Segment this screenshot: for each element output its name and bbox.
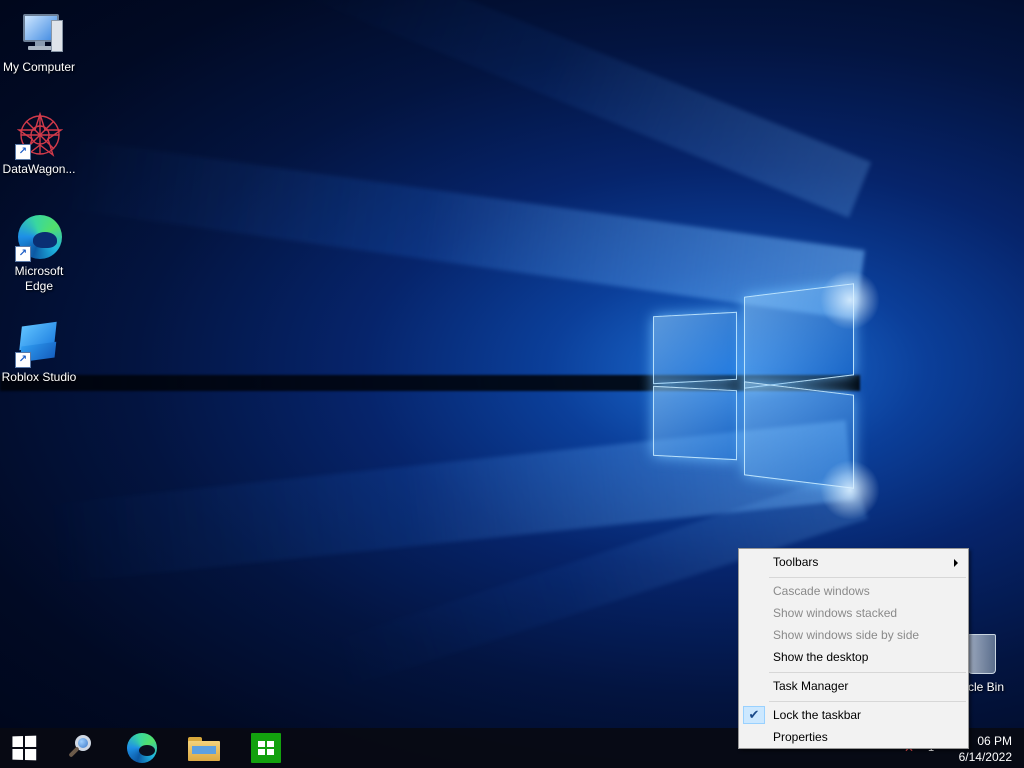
desktop-icon-microsoft-edge[interactable]: ↗ Microsoft Edge: [1, 214, 77, 294]
taskbar-edge-button[interactable]: [118, 728, 166, 768]
shortcut-arrow-icon: ↗: [15, 352, 31, 368]
menu-item-show-windows-stacked[interactable]: Show windows stacked: [741, 602, 966, 624]
edge-icon: ↗: [15, 214, 63, 262]
edge-icon: [127, 733, 157, 763]
logo-pane: [653, 311, 737, 385]
desktop-icon-datawagon[interactable]: ↗ DataWagon...: [1, 112, 77, 177]
menu-item-task-manager[interactable]: Task Manager: [741, 675, 966, 697]
wallpaper-flare: [820, 460, 880, 520]
menu-item-label: Toolbars: [773, 555, 819, 569]
shortcut-arrow-icon: ↗: [15, 246, 31, 262]
taskbar-store-button[interactable]: [242, 728, 290, 768]
start-button[interactable]: [0, 728, 48, 768]
wallpaper-flare: [820, 270, 880, 330]
desktop-icon-label: DataWagon...: [2, 162, 76, 176]
menu-item-label: Cascade windows: [773, 584, 870, 598]
menu-item-label: Properties: [773, 730, 828, 744]
datawagon-icon: ↗: [15, 112, 63, 160]
menu-separator: [769, 577, 966, 578]
taskbar-search-button[interactable]: [56, 728, 104, 768]
menu-item-label: Show windows side by side: [773, 628, 920, 642]
clock-date: 6/14/2022: [958, 750, 1012, 764]
checkmark-icon: ✔: [743, 706, 765, 724]
menu-separator: [769, 672, 966, 673]
taskbar-context-menu: Toolbars Cascade windows Show windows st…: [738, 548, 969, 749]
folder-icon: [188, 735, 220, 761]
taskbar-file-explorer-button[interactable]: [180, 728, 228, 768]
desktop-icon-label: Roblox Studio: [1, 370, 77, 384]
submenu-arrow-icon: [954, 559, 958, 567]
desktop-icon-label: My Computer: [2, 60, 76, 74]
roblox-studio-icon: ↗: [15, 320, 63, 368]
menu-item-toolbars[interactable]: Toolbars: [741, 551, 966, 573]
menu-item-label: Show windows stacked: [773, 606, 898, 620]
desktop-icon-my-computer[interactable]: My Computer: [1, 10, 77, 75]
desktop[interactable]: My Computer ↗ DataWagon... ↗ Microsoft E…: [0, 0, 1024, 768]
computer-icon: [15, 10, 63, 58]
desktop-icon-roblox-studio[interactable]: ↗ Roblox Studio: [1, 320, 77, 385]
windows-start-icon: [12, 735, 37, 761]
menu-item-properties[interactable]: Properties: [741, 726, 966, 748]
menu-item-label: Lock the taskbar: [773, 708, 862, 722]
menu-item-label: Task Manager: [773, 679, 849, 693]
menu-separator: [769, 701, 966, 702]
menu-item-show-the-desktop[interactable]: Show the desktop: [741, 646, 966, 668]
shortcut-arrow-icon: ↗: [15, 144, 31, 160]
menu-item-label: Show the desktop: [773, 650, 869, 664]
menu-item-lock-the-taskbar[interactable]: ✔ Lock the taskbar: [741, 704, 966, 726]
desktop-icon-label: Microsoft Edge: [14, 264, 64, 293]
logo-pane: [653, 385, 737, 461]
menu-item-cascade-windows[interactable]: Cascade windows: [741, 580, 966, 602]
store-icon: [251, 733, 281, 763]
menu-item-show-windows-side-by-side[interactable]: Show windows side by side: [741, 624, 966, 646]
magnifier-search-icon: [67, 735, 93, 761]
